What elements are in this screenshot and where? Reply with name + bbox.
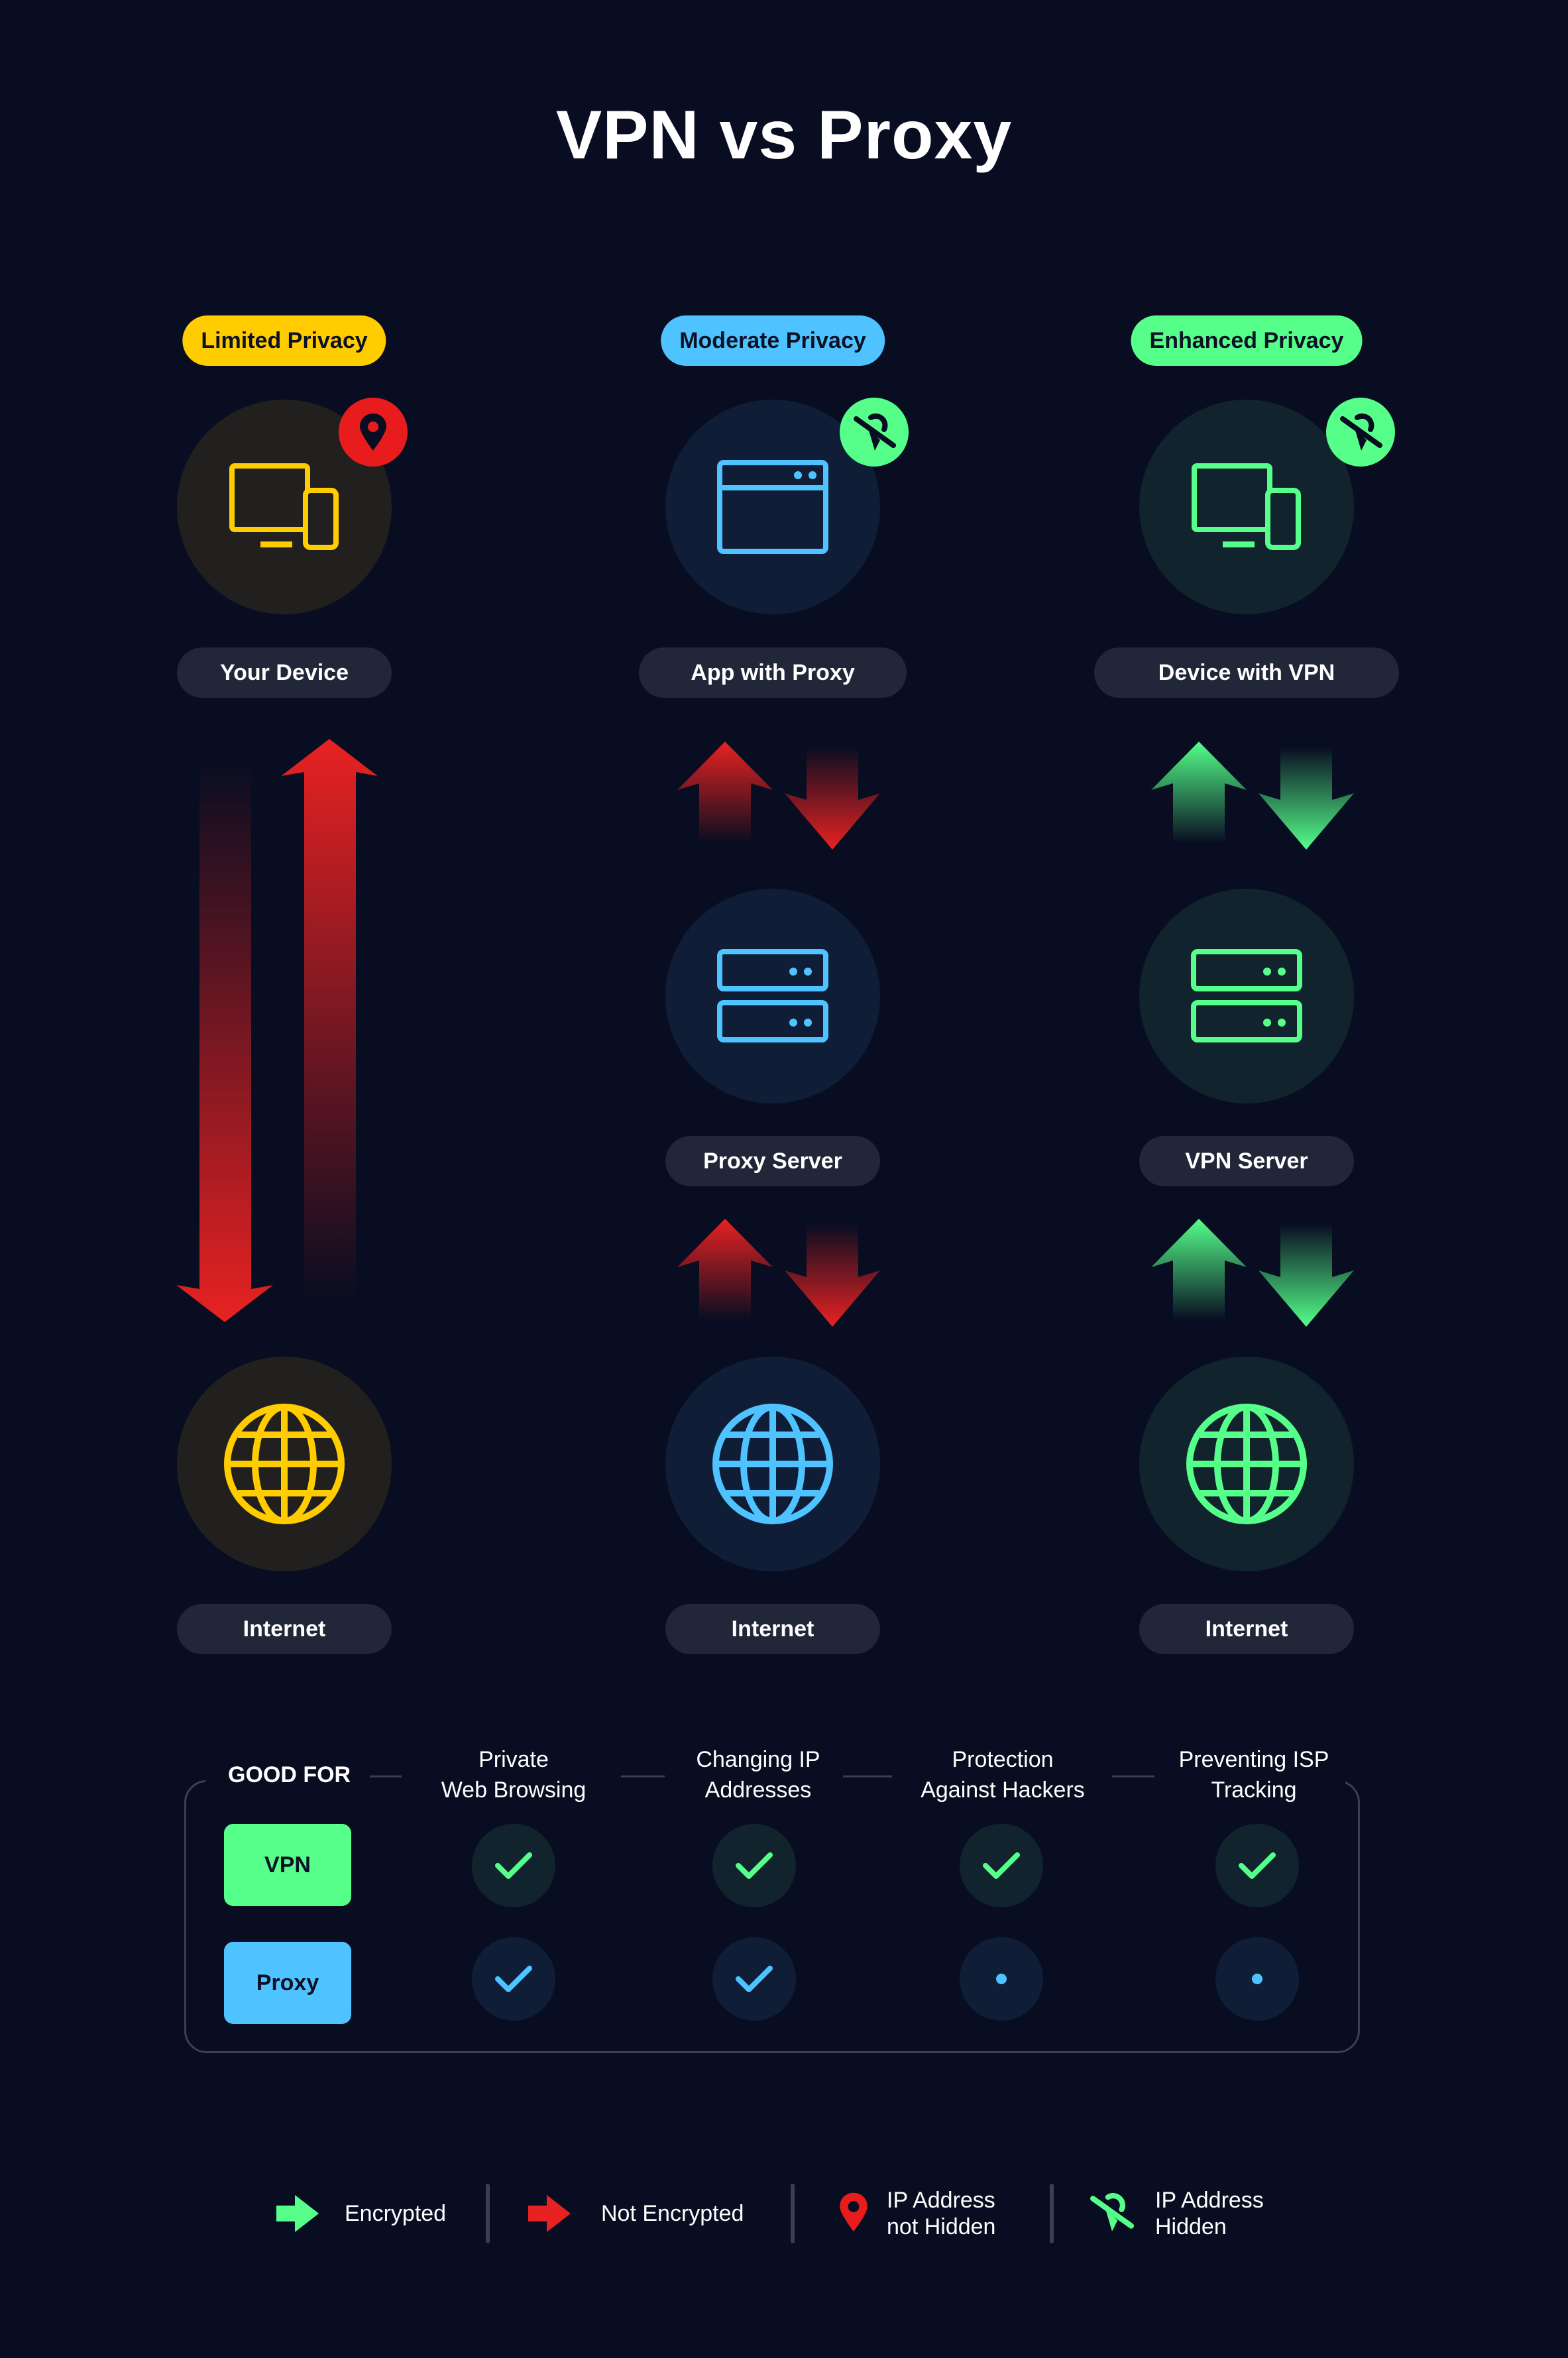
down-arrow-red <box>785 747 880 850</box>
location-off-icon <box>1090 2193 1135 2231</box>
page-title: VPN vs Proxy <box>555 97 1013 174</box>
devices-icon <box>1192 463 1301 550</box>
privacy-badge-moderate: Moderate Privacy <box>661 315 885 366</box>
check-icon <box>983 1852 1020 1879</box>
row-label-proxy: Proxy <box>224 1942 351 2024</box>
red-arrow-icon <box>528 2195 571 2232</box>
vpn-isp-tracking-cell <box>1215 1824 1299 1907</box>
ip-hidden-marker-1 <box>840 398 909 467</box>
not-encrypted-flow-arrows <box>176 739 378 1322</box>
proxy-flow-arrows-lower <box>677 1219 880 1327</box>
legend-separator <box>791 2184 795 2243</box>
ip-not-hidden-marker <box>339 398 408 467</box>
app-with-proxy-label: App with Proxy <box>639 647 907 698</box>
legend-separator <box>1050 2184 1054 2243</box>
dot-icon <box>996 1974 1007 1984</box>
down-arrow-red <box>785 1224 880 1327</box>
internet-node-2 <box>665 1357 880 1571</box>
location-off-icon <box>1340 413 1382 451</box>
row-label-vpn: VPN <box>224 1824 351 1906</box>
globe-icon <box>1186 1404 1307 1524</box>
green-arrow-icon <box>276 2195 319 2232</box>
down-arrow-green <box>1259 747 1354 850</box>
header-divider <box>370 1775 402 1777</box>
device-with-vpn-node <box>1139 400 1354 614</box>
internet-label-1: Internet <box>177 1604 392 1654</box>
up-arrow-red <box>677 1219 773 1320</box>
check-icon <box>736 1966 773 1992</box>
check-icon <box>495 1852 532 1879</box>
legend-label-encrypted: Encrypted <box>345 2201 447 2226</box>
server-icon <box>717 948 828 1042</box>
legend-separator <box>486 2184 490 2243</box>
privacy-badge-limited: Limited Privacy <box>182 315 386 366</box>
down-arrow-red <box>176 759 273 1322</box>
good-for-heading: GOOD FOR <box>228 1762 351 1787</box>
column-header-isp-tracking: Preventing ISP Tracking <box>1178 1747 1329 1803</box>
proxy-flow-arrows-upper <box>677 742 880 850</box>
server-icon <box>1191 948 1302 1042</box>
legend-item-ip-hidden <box>1087 2190 1136 2237</box>
vpn-flow-arrows-lower <box>1151 1219 1354 1327</box>
ip-hidden-marker-2 <box>1326 398 1395 467</box>
legend-item-encrypted <box>275 2194 321 2237</box>
location-off-icon <box>854 413 896 451</box>
legend-item-not-encrypted <box>527 2194 573 2237</box>
globe-icon <box>712 1404 833 1524</box>
up-arrow-green <box>1151 1219 1247 1320</box>
vpn-server-node <box>1139 889 1354 1103</box>
proxy-server-node <box>665 889 880 1103</box>
privacy-badge-enhanced: Enhanced Privacy <box>1131 315 1363 366</box>
column-header-private-browsing: Private Web Browsing <box>441 1747 587 1803</box>
column-header-hacker-protection: Protection Against Hackers <box>921 1747 1085 1803</box>
dot-icon <box>1252 1974 1262 1984</box>
proxy-isp-tracking-cell <box>1215 1937 1299 2021</box>
column-header-changing-ip: Changing IP Addresses <box>696 1747 820 1803</box>
your-device-label: Your Device <box>177 647 392 698</box>
proxy-changing-ip-cell <box>712 1937 796 2021</box>
up-arrow-green <box>1151 742 1247 843</box>
proxy-server-label: Proxy Server <box>665 1136 880 1186</box>
internet-label-3: Internet <box>1139 1604 1354 1654</box>
vpn-changing-ip-cell <box>712 1824 796 1907</box>
vpn-flow-arrows-upper <box>1151 742 1354 850</box>
location-pin-icon <box>840 2192 868 2232</box>
vpn-private-browsing-cell <box>472 1824 555 1907</box>
internet-node-1 <box>177 1357 392 1571</box>
up-arrow-red <box>281 739 378 1302</box>
globe-icon <box>224 1404 345 1524</box>
proxy-private-browsing-cell <box>472 1937 555 2021</box>
vpn-hacker-protection-cell <box>960 1824 1043 1907</box>
device-with-vpn-label: Device with VPN <box>1094 647 1399 698</box>
internet-node-3 <box>1139 1357 1354 1571</box>
check-icon <box>1239 1852 1276 1879</box>
legend-label-not-encrypted: Not Encrypted <box>601 2201 744 2226</box>
app-window-icon <box>717 459 828 554</box>
legend-label-ip-hidden: IP Address Hidden <box>1155 2188 1264 2239</box>
location-pin-icon <box>360 414 386 451</box>
down-arrow-green <box>1259 1224 1354 1327</box>
devices-icon <box>229 463 339 550</box>
legend-label-ip-not-hidden: IP Address not Hidden <box>887 2188 996 2239</box>
check-icon <box>736 1852 773 1879</box>
up-arrow-red <box>677 742 773 843</box>
vpn-server-label: VPN Server <box>1139 1136 1354 1186</box>
internet-label-2: Internet <box>665 1604 880 1654</box>
check-icon <box>495 1966 532 1992</box>
proxy-hacker-protection-cell <box>960 1937 1043 2021</box>
legend-item-ip-not-hidden <box>838 2190 869 2237</box>
